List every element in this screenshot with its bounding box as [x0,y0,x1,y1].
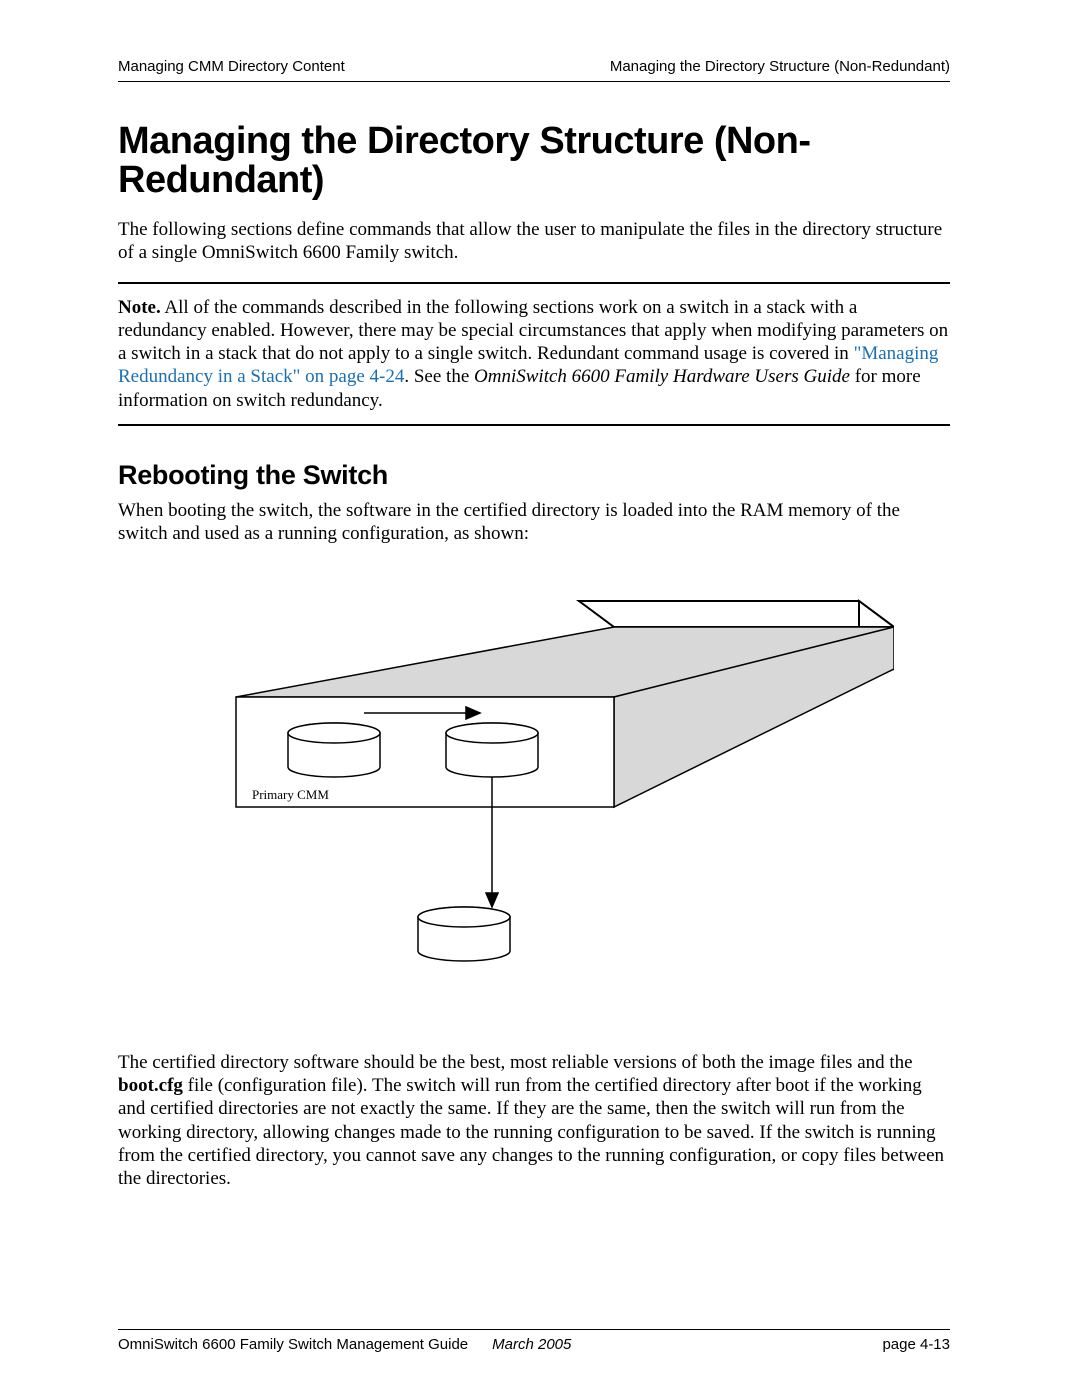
closing-before-bold: The certified directory software should … [118,1052,913,1073]
page: Managing CMM Directory Content Managing … [0,0,1080,1397]
header-left: Managing CMM Directory Content [118,58,345,75]
closing-after-bold: file (configuration file). The switch wi… [118,1075,944,1189]
footer-rule [118,1329,950,1330]
running-cylinder-icon: Running [418,907,510,961]
page-title: Managing the Directory Structure (Non-Re… [118,122,950,200]
intro-paragraph: The following sections define commands t… [118,218,950,264]
note-italic-ref: OmniSwitch 6600 Family Hardware Users Gu… [474,366,850,387]
note-body-1: All of the commands described in the fol… [118,297,948,364]
primary-cmm-label: Primary CMM [252,787,329,802]
page-footer: OmniSwitch 6600 Family Switch Management… [118,1329,950,1353]
note-body-2: . See the [404,366,474,387]
certified-label: Certified [469,745,516,760]
running-label: Running [442,929,487,944]
closing-paragraph: The certified directory software should … [118,1051,950,1190]
note-label: Note. [118,297,161,318]
section-heading: Rebooting the Switch [118,460,950,491]
diagram: Primary CMM Working Certified [118,571,950,1031]
working-cylinder-icon: Working [288,723,380,777]
running-header: Managing CMM Directory Content Managing … [118,58,950,82]
closing-bold: boot.cfg [118,1075,183,1096]
header-right: Managing the Directory Structure (Non-Re… [610,58,950,75]
working-label: Working [311,745,357,760]
note-block: Note. All of the commands described in t… [118,282,950,426]
footer-page-number: page 4-13 [882,1336,950,1353]
footer-guide: OmniSwitch 6600 Family Switch Management… [118,1336,468,1353]
certified-cylinder-icon: Certified [446,723,538,777]
reboot-diagram-svg: Primary CMM Working Certified [174,571,894,1031]
note-text: Note. All of the commands described in t… [118,296,950,412]
section-p1: When booting the switch, the software in… [118,499,950,545]
footer-date: March 2005 [492,1336,571,1353]
